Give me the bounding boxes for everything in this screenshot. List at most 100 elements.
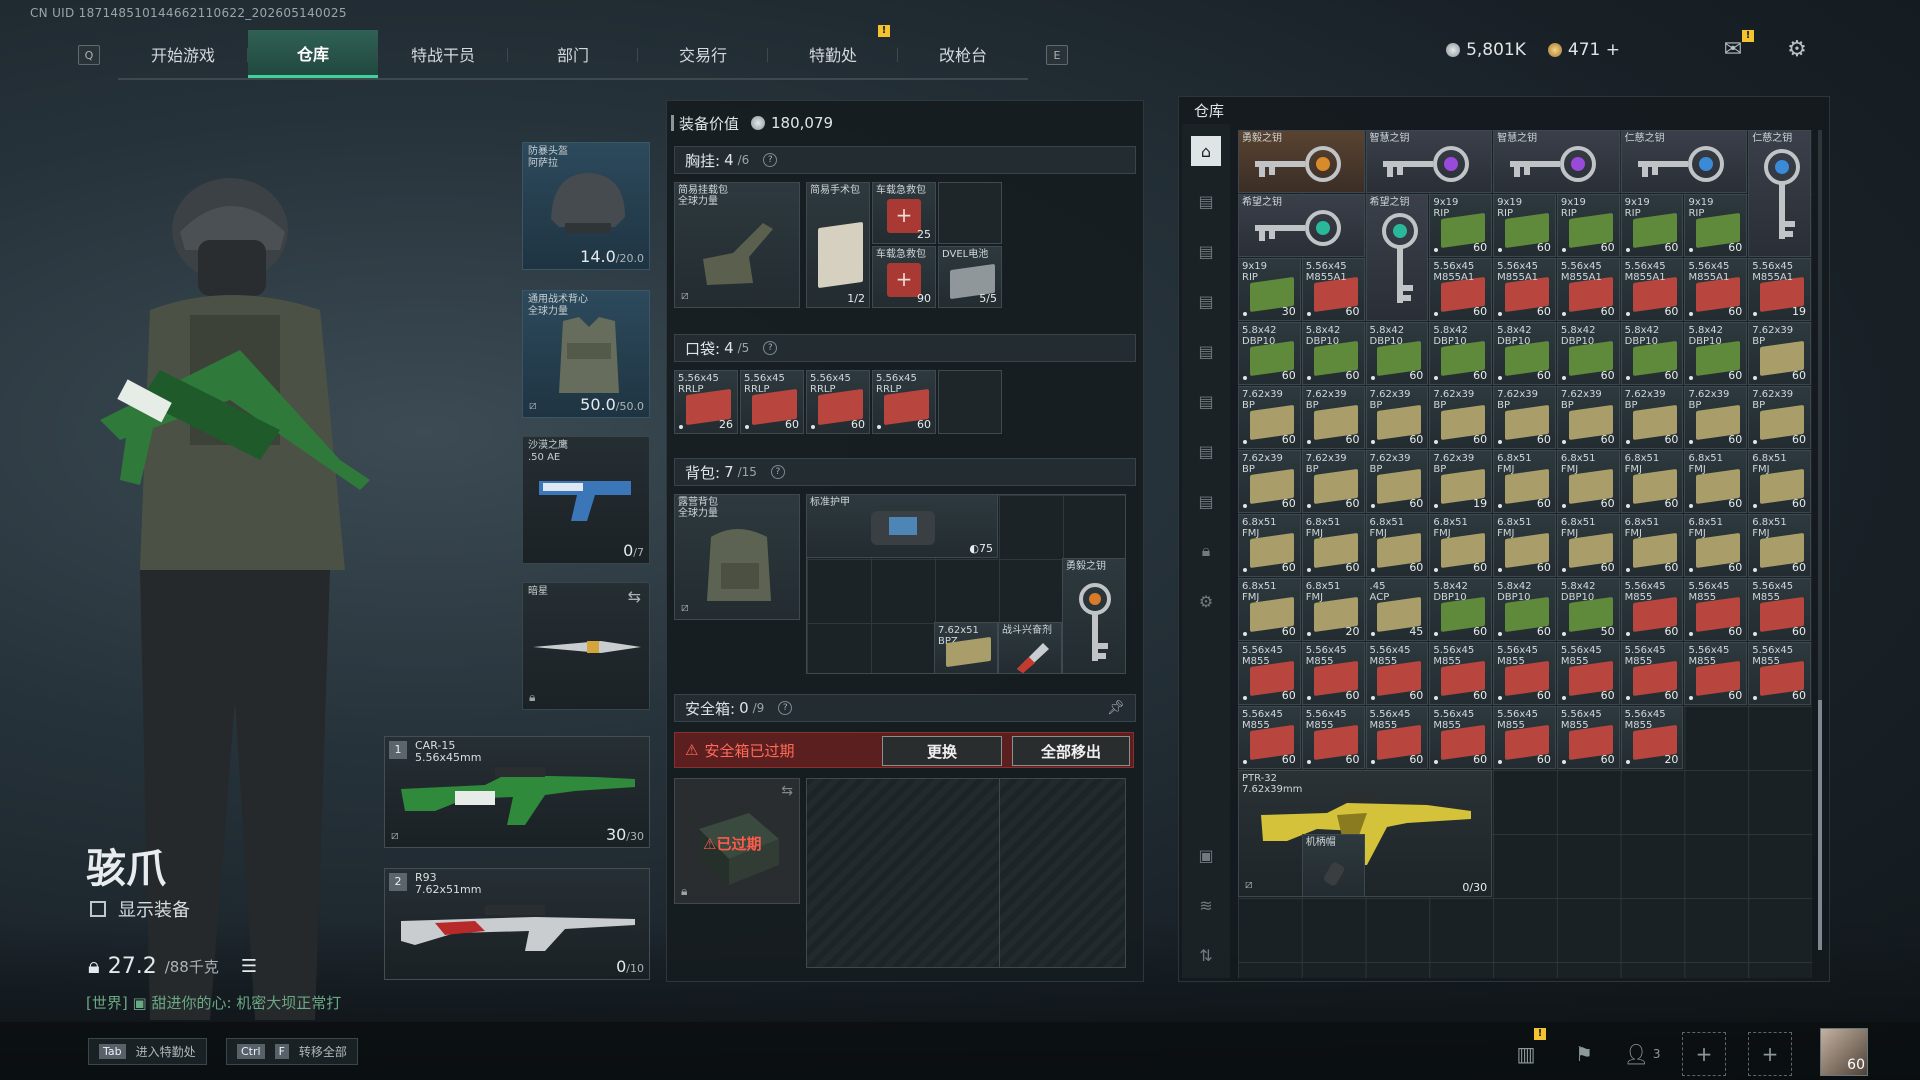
list-icon[interactable]: ☰	[241, 956, 257, 977]
warehouse-grip-item[interactable]: 机柄帽	[1301, 834, 1365, 897]
warehouse-ammo-item[interactable]: 30 9x19 RIP	[1238, 258, 1301, 321]
layers-icon[interactable]: ≋	[1191, 890, 1221, 920]
storage-tab-3-icon[interactable]: ▤	[1191, 286, 1221, 316]
show-equipment-toggle[interactable]: 显示装备	[90, 896, 190, 922]
squad-icon[interactable]: 👤︎ 3	[1623, 1036, 1660, 1072]
warehouse-ammo-item[interactable]: 60 7.62x39 BP	[1748, 322, 1811, 385]
secondary-weapon-slot[interactable]: 2 R93 7.62x51mm 0/10	[384, 868, 650, 980]
warehouse-ammo-item[interactable]: 60 6.8x51 FMJ	[1748, 514, 1811, 577]
gear-icon[interactable]: ⚙	[1191, 586, 1221, 616]
warehouse-ammo-item[interactable]: 60 6.8x51 FMJ	[1620, 450, 1684, 513]
warehouse-ammo-item[interactable]: 60 5.56x45 M855	[1684, 578, 1748, 641]
add-squad-slot-1[interactable]: +	[1682, 1032, 1726, 1076]
warehouse-ammo-item[interactable]: 60 5.56x45 M855	[1556, 706, 1620, 769]
warehouse-ammo-item[interactable]: 60 5.8x42 DBP10	[1365, 322, 1429, 385]
warehouse-ammo-item[interactable]: 60 7.62x39 BP	[1238, 386, 1301, 449]
chest-item-medkit-1[interactable]: 车载急救包25	[872, 182, 936, 244]
warehouse-key-item[interactable]: 希望之钥	[1365, 194, 1429, 321]
gear-icon[interactable]: ⚙	[1782, 36, 1812, 62]
nav-left-key[interactable]: Q	[78, 45, 100, 65]
warehouse-key-item[interactable]: 仁慈之钥	[1620, 130, 1748, 193]
warehouse-ammo-item[interactable]: 60 5.56x45 M855	[1748, 642, 1811, 705]
chest-rig-item[interactable]: 简易挂载包 全球力量 ⧄	[674, 182, 800, 308]
warehouse-ammo-item[interactable]: 60 9x19 RIP	[1429, 194, 1493, 257]
warehouse-key-item[interactable]: 仁慈之钥	[1748, 130, 1811, 257]
chest-item-battery[interactable]: DVEL电池 5/5	[938, 246, 1002, 308]
warehouse-ammo-item[interactable]: 60 7.62x39 BP	[1238, 450, 1301, 513]
warehouse-ammo-item[interactable]: 60 5.56x45 M855	[1493, 706, 1556, 769]
warehouse-ammo-item[interactable]: 60 5.8x42 DBP10	[1493, 322, 1556, 385]
warehouse-ammo-item[interactable]: 60 5.8x42 DBP10	[1620, 322, 1684, 385]
pistol-slot[interactable]: 沙漠之鹰 .50 AE 0/7	[522, 436, 650, 564]
warehouse-ammo-item[interactable]: 60 5.56x45 M855A1	[1556, 258, 1620, 321]
help-icon[interactable]: ?	[778, 701, 793, 715]
warehouse-ammo-item[interactable]: 60 5.56x45 M855	[1365, 642, 1429, 705]
warehouse-ammo-item[interactable]: 19 5.56x45 M855A1	[1748, 258, 1811, 321]
warehouse-ammo-item[interactable]: 45 .45 ACP	[1365, 578, 1429, 641]
backpack-armor-item[interactable]: 标准护甲 ◐75	[806, 494, 998, 558]
warehouse-ammo-item[interactable]: 60 6.8x51 FMJ	[1684, 450, 1748, 513]
warehouse-ammo-item[interactable]: 60 5.56x45 M855	[1493, 642, 1556, 705]
warehouse-ammo-item[interactable]: 60 5.56x45 M855	[1238, 642, 1301, 705]
tab-1[interactable]: 仓库	[248, 30, 378, 78]
storage-tab-2-icon[interactable]: ▤	[1191, 236, 1221, 266]
help-icon[interactable]: ?	[763, 341, 778, 355]
transfer-all-hint[interactable]: Ctrl F 转移全部	[226, 1038, 358, 1065]
pocket-ammo-3[interactable]: 5.56x45 RRLP 60	[872, 370, 936, 434]
sort-icon[interactable]: ⇅	[1191, 940, 1221, 970]
tab-4[interactable]: 交易行	[638, 30, 768, 78]
melee-slot[interactable]: 暗星 ⇆ 🔒︎	[522, 582, 650, 710]
swap-icon[interactable]: ⇆	[781, 783, 793, 799]
scrollbar-thumb[interactable]	[1818, 700, 1822, 950]
warehouse-ammo-item[interactable]: 60 5.56x45 M855	[1301, 706, 1365, 769]
pocket-empty-slot[interactable]	[938, 370, 1002, 434]
operator-card-icon[interactable]: ▣	[1191, 840, 1221, 870]
warehouse-key-item[interactable]: 勇毅之钥	[1238, 130, 1365, 193]
warehouse-ammo-item[interactable]: 60 7.62x39 BP	[1556, 386, 1620, 449]
warehouse-ammo-item[interactable]: 60 6.8x51 FMJ	[1238, 514, 1301, 577]
warehouse-ammo-item[interactable]: 60 5.56x45 M855	[1238, 706, 1301, 769]
armor-slot[interactable]: 通用战术背心 全球力量 ⧄ 50.0/50.0	[522, 290, 650, 418]
warehouse-ammo-item[interactable]: 60 6.8x51 FMJ	[1748, 450, 1811, 513]
warehouse-ammo-item[interactable]: 60 6.8x51 FMJ	[1493, 514, 1556, 577]
warehouse-ammo-item[interactable]: 60 5.56x45 M855	[1429, 642, 1493, 705]
backpack-item[interactable]: 露营背包 全球力量 ⧄	[674, 494, 800, 620]
warehouse-ammo-item[interactable]: 60 7.62x39 BP	[1301, 386, 1365, 449]
warehouse-ammo-item[interactable]: 60 5.56x45 M855	[1429, 706, 1493, 769]
warehouse-ammo-item[interactable]: 60 6.8x51 FMJ	[1556, 450, 1620, 513]
warehouse-key-item[interactable]: 智慧之钥	[1365, 130, 1493, 193]
move-all-button[interactable]: 全部移出	[1012, 736, 1130, 766]
lock-icon[interactable]: 🔒︎	[1191, 536, 1221, 566]
player-avatar[interactable]: 60	[1820, 1028, 1868, 1076]
warehouse-ammo-item[interactable]: 60 5.56x45 M855	[1620, 642, 1684, 705]
warehouse-ammo-item[interactable]: 60 7.62x39 BP	[1301, 450, 1365, 513]
warehouse-ammo-item[interactable]: 60 7.62x39 BP	[1365, 386, 1429, 449]
swap-icon[interactable]: ⇆	[628, 587, 641, 606]
warehouse-ammo-item[interactable]: 60 5.56x45 M855	[1301, 642, 1365, 705]
storage-tab-5-icon[interactable]: ▤	[1191, 386, 1221, 416]
warehouse-ammo-item[interactable]: 60 9x19 RIP	[1620, 194, 1684, 257]
warehouse-ammo-item[interactable]: 20 5.56x45 M855	[1620, 706, 1684, 769]
world-chat[interactable]: [世界] ▣ 甜进你的心: 机密大坝正常打	[86, 992, 341, 1013]
warehouse-ammo-item[interactable]: 60 6.8x51 FMJ	[1493, 450, 1556, 513]
warehouse-ammo-item[interactable]: 60 7.62x39 BP	[1748, 386, 1811, 449]
warehouse-ammo-item[interactable]: 60 5.56x45 M855	[1556, 642, 1620, 705]
warehouse-ammo-item[interactable]: 60 5.56x45 M855A1	[1301, 258, 1365, 321]
warehouse-ammo-item[interactable]: 60 5.8x42 DBP10	[1684, 322, 1748, 385]
storage-tab-6-icon[interactable]: ▤	[1191, 436, 1221, 466]
warehouse-ammo-item[interactable]: 19 7.62x39 BP	[1429, 450, 1493, 513]
warehouse-ammo-item[interactable]: 50 5.8x42 DBP10	[1556, 578, 1620, 641]
warehouse-ammo-item[interactable]: 60 5.56x45 M855	[1620, 578, 1684, 641]
add-squad-slot-2[interactable]: +	[1748, 1032, 1792, 1076]
nav-right-key[interactable]: E	[1046, 45, 1068, 65]
warehouse-ammo-item[interactable]: 60 5.8x42 DBP10	[1556, 322, 1620, 385]
enter-special-ops-hint[interactable]: Tab 进入特勤处	[88, 1038, 207, 1065]
warehouse-ammo-item[interactable]: 60 5.8x42 DBP10	[1238, 322, 1301, 385]
mail-icon[interactable]: ✉!	[1718, 30, 1754, 62]
tab-6[interactable]: 改枪台	[898, 30, 1028, 78]
warehouse-scrollbar[interactable]	[1818, 130, 1822, 950]
storage-tab-7-icon[interactable]: ▤	[1191, 486, 1221, 516]
warehouse-key-item[interactable]: 智慧之钥	[1493, 130, 1620, 193]
warehouse-ammo-item[interactable]: 60 5.8x42 DBP10	[1301, 322, 1365, 385]
warehouse-ammo-item[interactable]: 60 5.56x45 M855	[1748, 578, 1811, 641]
